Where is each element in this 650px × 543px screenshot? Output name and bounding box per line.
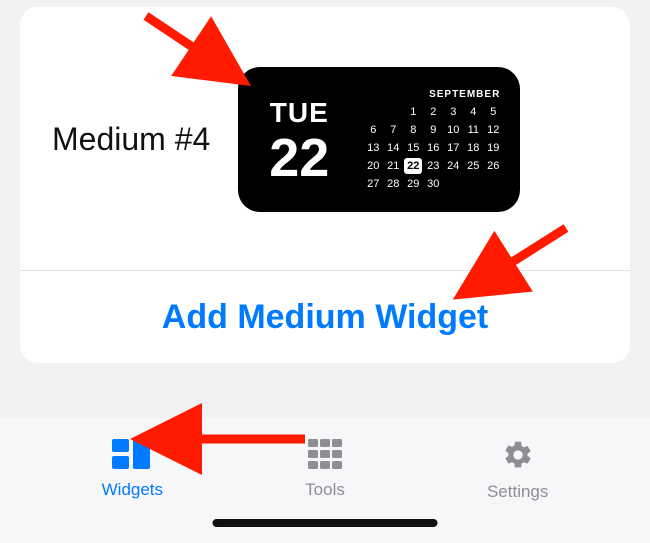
tab-label: Widgets bbox=[102, 480, 163, 500]
settings-icon bbox=[501, 439, 535, 476]
widgets-icon bbox=[112, 439, 152, 474]
mini-calendar-cell: 29 bbox=[404, 176, 422, 192]
widget-card: Medium #4 TUE 22 SEPTEMBER 1234567891011… bbox=[20, 7, 630, 363]
mini-calendar-cell: 18 bbox=[464, 140, 482, 156]
mini-calendar-cell: 17 bbox=[444, 140, 462, 156]
mini-calendar-cell: 22 bbox=[404, 158, 422, 174]
mini-calendar-cell: 14 bbox=[384, 140, 402, 156]
tab-tools[interactable]: Tools bbox=[229, 439, 422, 543]
tab-label: Settings bbox=[487, 482, 548, 502]
mini-calendar: SEPTEMBER 123456789101112131415161718192… bbox=[364, 89, 502, 192]
mini-calendar-cell-empty bbox=[384, 104, 402, 120]
mini-calendar-cell: 25 bbox=[464, 158, 482, 174]
add-medium-widget-button[interactable]: Add Medium Widget bbox=[162, 298, 488, 337]
mini-calendar-cell: 2 bbox=[424, 104, 442, 120]
mini-calendar-cell: 4 bbox=[464, 104, 482, 120]
mini-calendar-cell: 30 bbox=[424, 176, 442, 192]
mini-calendar-cell-empty bbox=[364, 104, 382, 120]
mini-calendar-cell: 24 bbox=[444, 158, 462, 174]
mini-calendar-cell: 19 bbox=[484, 140, 502, 156]
add-widget-row[interactable]: Add Medium Widget bbox=[20, 271, 630, 363]
preview-day-name: TUE bbox=[270, 97, 329, 129]
mini-calendar-cell: 16 bbox=[424, 140, 442, 156]
mini-calendar-cell: 20 bbox=[364, 158, 382, 174]
mini-calendar-cell: 5 bbox=[484, 104, 502, 120]
tab-widgets[interactable]: Widgets bbox=[36, 439, 229, 543]
preview-date: TUE 22 bbox=[256, 97, 342, 185]
mini-calendar-cell: 15 bbox=[404, 140, 422, 156]
calendar-widget-preview: TUE 22 SEPTEMBER 12345678910111213141516… bbox=[238, 67, 520, 212]
tab-label: Tools bbox=[305, 480, 345, 500]
mini-calendar-cell: 13 bbox=[364, 140, 382, 156]
mini-calendar-cell: 1 bbox=[404, 104, 422, 120]
mini-calendar-cell: 3 bbox=[444, 104, 462, 120]
mini-calendar-cell: 21 bbox=[384, 158, 402, 174]
mini-calendar-cell: 23 bbox=[424, 158, 442, 174]
mini-calendar-cell: 6 bbox=[364, 122, 382, 138]
widget-preview-row[interactable]: Medium #4 TUE 22 SEPTEMBER 1234567891011… bbox=[20, 7, 630, 270]
mini-calendar-cell: 8 bbox=[404, 122, 422, 138]
mini-calendar-cell: 28 bbox=[384, 176, 402, 192]
mini-calendar-month: SEPTEMBER bbox=[429, 89, 502, 100]
mini-calendar-cell: 26 bbox=[484, 158, 502, 174]
mini-calendar-cell: 27 bbox=[364, 176, 382, 192]
tab-settings[interactable]: Settings bbox=[421, 439, 614, 543]
mini-calendar-cell: 11 bbox=[464, 122, 482, 138]
home-indicator[interactable] bbox=[213, 519, 438, 527]
preview-day-number: 22 bbox=[269, 131, 329, 185]
mini-calendar-cell: 12 bbox=[484, 122, 502, 138]
mini-calendar-grid: 1234567891011121314151617181920212223242… bbox=[364, 104, 502, 192]
mini-calendar-cell: 10 bbox=[444, 122, 462, 138]
mini-calendar-cell: 9 bbox=[424, 122, 442, 138]
widget-title: Medium #4 bbox=[52, 121, 210, 158]
mini-calendar-cell: 7 bbox=[384, 122, 402, 138]
tools-icon bbox=[308, 439, 342, 474]
